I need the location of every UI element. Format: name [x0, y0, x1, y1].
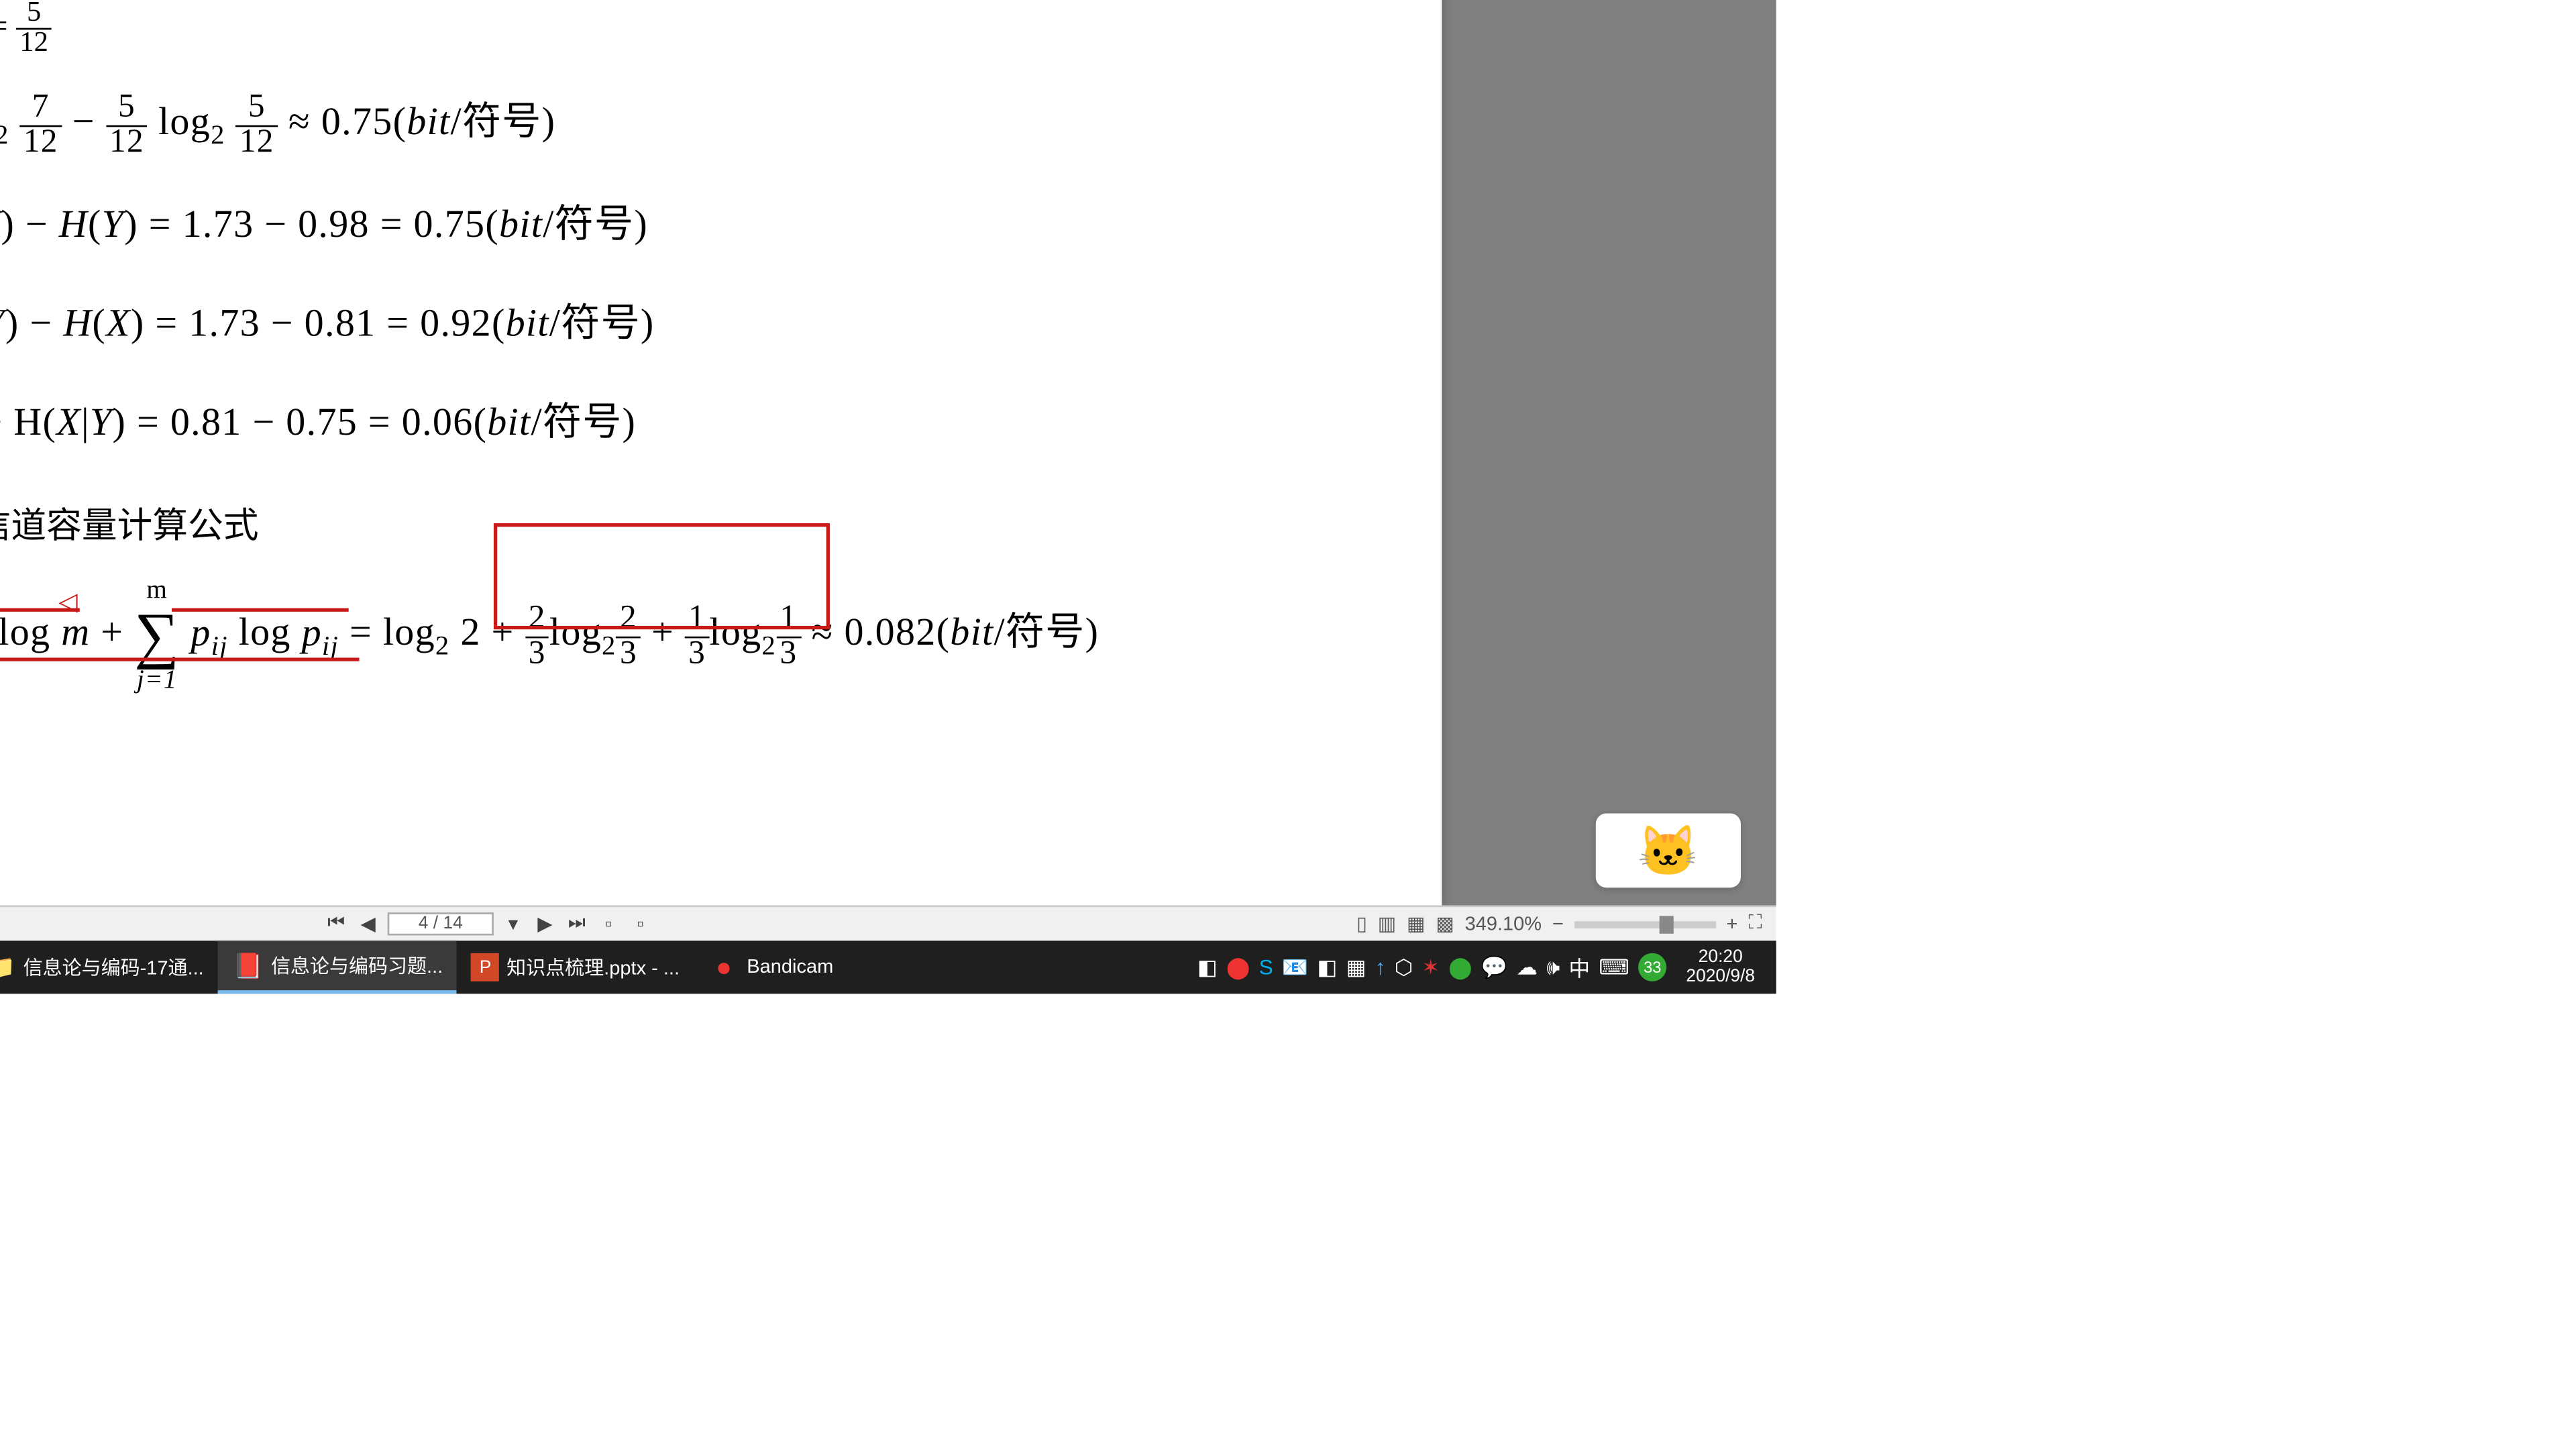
pdf-page[interactable]: 联合概率 p(x0,y0) = 34 × 23 = 12, p(x0,y1) =… [0, 0, 1442, 906]
view-single-icon[interactable]: ▯ [1356, 912, 1367, 935]
view-facing-icon[interactable]: ▦ [1407, 912, 1425, 935]
zoom-value: 349.10% [1465, 913, 1542, 934]
view-cont-icon[interactable]: ▥ [1378, 912, 1396, 935]
taskbar-clock[interactable]: 20:20 2020/9/8 [1676, 948, 1766, 987]
tray-icon[interactable]: 📧 [1282, 955, 1308, 979]
cat-widget[interactable]: 🐱 [1596, 813, 1741, 888]
status-bar: ⏮ ◀ 4 / 14 ▾ ▶ ⏭ ▫ ▫ ▯ ▥ ▦ ▩ 349.10% − +… [0, 906, 1776, 941]
tray-icon[interactable]: ⬤ [1226, 955, 1250, 979]
first-page-button[interactable]: ⏮ [324, 912, 349, 935]
nav-extra1[interactable]: ▫ [596, 913, 621, 934]
tray-icon[interactable]: ☁ [1517, 955, 1538, 979]
zoom-out-button[interactable]: − [1552, 913, 1564, 934]
nav-extra2[interactable]: ▫ [628, 913, 653, 934]
tray-icon[interactable]: ◧ [1318, 955, 1338, 979]
page-dropdown[interactable]: ▾ [500, 912, 525, 935]
tray-icon[interactable]: ↑ [1375, 955, 1386, 979]
content-area: ▸ 🔖 ▥ 📋 ≡ 联合概率 p(x0,y0) = 34 × 23 = 12, … [0, 0, 1776, 906]
system-tray: ◧ ⬤ S 📧 ◧ ▦ ↑ ⬡ ✶ ⬤ 💬 ☁ 🕪 中 ⌨ 33 20:20 2… [1197, 948, 1776, 987]
zoom-slider[interactable] [1574, 920, 1716, 928]
page-input[interactable]: 4 / 14 [388, 912, 494, 935]
task-explorer[interactable]: 📁信息论与编码-17通... [0, 941, 218, 994]
tray-keyboard[interactable]: ⌨ [1599, 955, 1629, 979]
section-2-heading: （2）根据对称信道容量计算公式 [0, 494, 1283, 561]
tray-icon[interactable]: ⬡ [1395, 955, 1413, 979]
task-bandicam[interactable]: ⏺Bandicam [694, 941, 847, 994]
fit-page-icon[interactable]: ⛶ [1748, 912, 1762, 935]
prev-page-button[interactable]: ◀ [356, 912, 380, 935]
tray-ime[interactable]: 中 [1568, 952, 1590, 982]
task-foxit[interactable]: 📕信息论与编码习题... [218, 941, 457, 994]
tray-icon[interactable]: ▦ [1346, 955, 1366, 979]
tray-icon[interactable]: S [1259, 955, 1273, 979]
tray-battery[interactable]: 33 [1638, 953, 1666, 981]
tray-icon[interactable]: ✶ [1422, 955, 1440, 979]
view-cont-facing-icon[interactable]: ▩ [1436, 912, 1454, 935]
taskbar: ⊞ 🐧 📄 有道 G 🌐Barcelona Boy - G... 🌐 💬微信 🗂… [0, 941, 1776, 994]
last-page-button[interactable]: ⏭ [564, 912, 589, 935]
zoom-in-button[interactable]: + [1727, 913, 1738, 934]
page-navigation: ⏮ ◀ 4 / 14 ▾ ▶ ⏭ ▫ ▫ [324, 912, 653, 935]
tray-icon[interactable]: 💬 [1481, 955, 1507, 979]
tray-icon[interactable]: ◧ [1197, 955, 1218, 979]
tray-icon[interactable]: 🕪 [1546, 954, 1560, 981]
next-page-button[interactable]: ▶ [533, 912, 557, 935]
task-powerpoint[interactable]: P知识点梳理.pptx - ... [457, 941, 694, 994]
tray-icon[interactable]: ⬤ [1448, 955, 1472, 979]
